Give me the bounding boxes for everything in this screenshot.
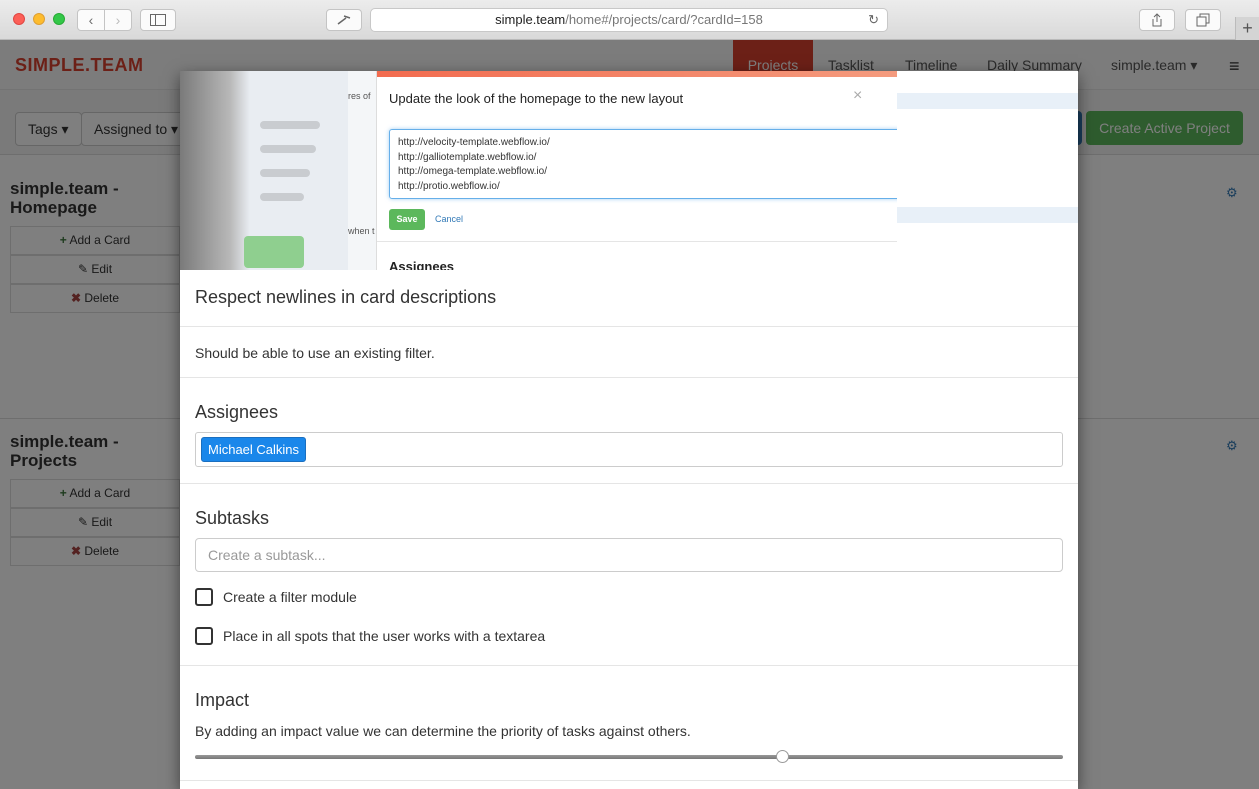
card-description-section: Should be able to use an existing filter… bbox=[180, 327, 1078, 378]
url-path: /home#/projects/card/?cardId=158 bbox=[565, 12, 763, 27]
assignees-heading: Assignees bbox=[195, 402, 279, 422]
screenshot-blurred-background bbox=[180, 71, 348, 270]
card-modal: res of when t Update the look of the hom… bbox=[180, 71, 1078, 789]
assignee-chip[interactable]: Michael Calkins bbox=[201, 437, 307, 462]
screenshot-partial-text: when t bbox=[348, 226, 375, 236]
impact-section: Impact By adding an impact value we can … bbox=[180, 666, 1078, 781]
plus-icon: + bbox=[1242, 18, 1253, 38]
screenshot-cancel-link: Cancel bbox=[435, 214, 464, 224]
screenshot-save-button: Save bbox=[389, 209, 425, 230]
subtask-label[interactable]: Create a filter module bbox=[223, 589, 357, 605]
screenshot-textarea: http://velocity-template.webflow.io/ htt… bbox=[389, 129, 909, 199]
assignees-section: Assignees bbox=[180, 378, 1078, 484]
subtask-label[interactable]: Place in all spots that the user works w… bbox=[223, 628, 545, 644]
subtask-checkbox[interactable] bbox=[195, 627, 213, 645]
attached-screenshot: res of when t Update the look of the hom… bbox=[180, 71, 1078, 270]
impact-heading: Impact bbox=[195, 690, 250, 710]
forward-icon: › bbox=[115, 12, 121, 28]
screenshot-link: http://omega-template.webflow.io/ bbox=[398, 166, 547, 177]
toolbar-extension-button[interactable] bbox=[326, 9, 362, 31]
share-button[interactable] bbox=[1139, 9, 1175, 31]
hammer-icon bbox=[337, 15, 351, 25]
tabs-overview-button[interactable] bbox=[1185, 9, 1221, 31]
screenshot-link: http://galliotemplate.webflow.io/ bbox=[398, 151, 537, 163]
close-window-button[interactable] bbox=[13, 13, 25, 25]
subtasks-heading: Subtasks bbox=[195, 508, 270, 528]
back-button[interactable]: ‹ bbox=[77, 9, 105, 31]
subtask-checkbox[interactable] bbox=[195, 588, 213, 606]
screenshot-partial-text: res of bbox=[348, 91, 371, 101]
screenshot-title: Update the look of the homepage to the n… bbox=[389, 91, 684, 106]
impact-slider-handle[interactable] bbox=[776, 750, 789, 763]
browser-titlebar: ‹ › simple.team/home#/projects/card/?car… bbox=[0, 0, 1259, 40]
card-title[interactable]: Respect newlines in card descriptions bbox=[195, 287, 496, 308]
new-tab-button[interactable]: + bbox=[1235, 17, 1259, 40]
impact-description: By adding an impact value we can determi… bbox=[195, 723, 691, 739]
impact-slider[interactable] bbox=[195, 755, 1063, 759]
assignees-input[interactable]: Michael Calkins bbox=[195, 432, 1063, 467]
screenshot-close-icon: × bbox=[853, 87, 863, 104]
zoom-window-button[interactable] bbox=[53, 13, 65, 25]
screenshot-assignees-heading: Assignees bbox=[389, 259, 455, 270]
address-bar[interactable]: simple.team/home#/projects/card/?cardId=… bbox=[370, 8, 888, 32]
forward-button[interactable]: › bbox=[104, 9, 132, 31]
url-host: simple.team bbox=[495, 12, 566, 27]
screenshot-modal-area: res of when t Update the look of the hom… bbox=[348, 71, 909, 270]
share-icon bbox=[1152, 13, 1162, 27]
card-title-section: Respect newlines in card descriptions bbox=[180, 270, 1078, 327]
reload-icon[interactable]: ↻ bbox=[868, 9, 879, 31]
subtask-input[interactable] bbox=[195, 538, 1063, 572]
screenshot-panel: Update the look of the homepage to the n… bbox=[376, 71, 909, 270]
back-icon: ‹ bbox=[88, 12, 94, 28]
screenshot-right-area bbox=[897, 71, 1078, 270]
minimize-window-button[interactable] bbox=[33, 13, 45, 25]
tabs-icon bbox=[1196, 13, 1210, 27]
screenshot-link: http://velocity-template.webflow.io/ bbox=[398, 137, 550, 148]
screenshot-link: http://protio.webflow.io/ bbox=[398, 180, 500, 192]
sidebar-icon bbox=[150, 14, 166, 26]
card-description[interactable]: Should be able to use an existing filter… bbox=[195, 345, 435, 361]
sidebar-toggle-button[interactable] bbox=[140, 9, 176, 31]
